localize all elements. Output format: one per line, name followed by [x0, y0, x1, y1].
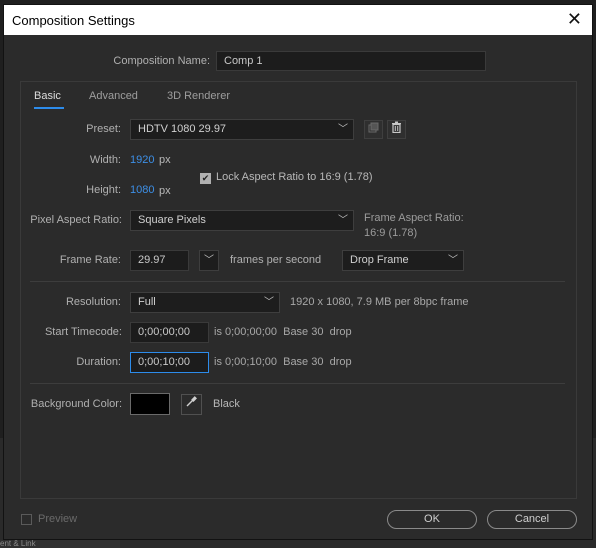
frame-rate-unit: frames per second	[230, 254, 322, 266]
resolution-value: Full	[138, 296, 156, 308]
chevron-down-icon: ﹀	[338, 215, 348, 226]
ok-button[interactable]: OK	[387, 510, 477, 529]
close-icon[interactable]: ✕	[567, 9, 582, 29]
frame-aspect-line2: 16:9 (1.78)	[364, 227, 418, 239]
width-unit: px	[159, 154, 171, 166]
composition-settings-dialog: Composition Settings ✕ Composition Name:…	[3, 4, 593, 540]
settings-panel	[20, 81, 577, 499]
preset-label: Preset:	[86, 123, 121, 135]
divider	[30, 383, 565, 384]
chevron-down-icon: ﹀	[264, 297, 274, 308]
width-label: Width:	[89, 154, 121, 166]
height-value[interactable]: 1080	[130, 184, 154, 196]
start-timecode-label: Start Timecode:	[44, 326, 122, 338]
chevron-down-icon: ﹀	[448, 255, 458, 266]
save-preset-button[interactable]	[364, 120, 383, 139]
start-timecode-input[interactable]: 0;00;00;00	[130, 322, 209, 343]
chevron-down-icon: ﹀	[338, 124, 348, 135]
frame-rate-label: Frame Rate:	[59, 254, 121, 266]
composition-name-input[interactable]: Comp 1	[216, 51, 486, 71]
duration-label: Duration:	[76, 356, 121, 368]
preview-label: Preview	[38, 513, 78, 525]
background-color-label: Background Color:	[30, 398, 122, 410]
dialog-title: Composition Settings	[12, 13, 135, 28]
composition-name-label: Composition Name:	[113, 55, 210, 67]
chevron-down-icon: ﹀	[204, 255, 214, 266]
trash-icon	[392, 121, 401, 134]
eyedropper-button[interactable]	[181, 394, 202, 415]
delete-preset-button[interactable]	[387, 120, 406, 139]
preset-dropdown[interactable]: HDTV 1080 29.97 ﹀	[130, 119, 354, 140]
height-label: Height:	[86, 184, 121, 196]
preview-checkbox[interactable]	[21, 514, 32, 525]
tab-advanced[interactable]: Advanced	[89, 90, 138, 102]
pixel-aspect-value: Square Pixels	[138, 214, 206, 226]
lock-aspect-label: Lock Aspect Ratio to 16:9 (1.78)	[216, 171, 373, 183]
frame-aspect-line1: Frame Aspect Ratio:	[364, 212, 464, 224]
background-color-name: Black	[213, 398, 240, 410]
background-app-text: ent & Link	[0, 539, 36, 548]
title-bar: Composition Settings ✕	[4, 5, 592, 35]
lock-aspect-checkbox[interactable]: ✔	[200, 173, 211, 184]
save-preset-icon	[368, 122, 379, 133]
frame-rate-input[interactable]: 29.97	[130, 250, 189, 271]
drop-frame-dropdown[interactable]: Drop Frame ﹀	[342, 250, 464, 271]
tab-active-indicator	[34, 107, 64, 109]
preset-value: HDTV 1080 29.97	[138, 123, 227, 135]
tab-basic[interactable]: Basic	[34, 90, 61, 102]
resolution-info: 1920 x 1080, 7.9 MB per 8bpc frame	[290, 296, 469, 308]
resolution-label: Resolution:	[65, 296, 121, 308]
tab-3d-renderer[interactable]: 3D Renderer	[167, 90, 230, 102]
background-color-swatch[interactable]	[130, 393, 170, 415]
pixel-aspect-label: Pixel Aspect Ratio:	[30, 214, 122, 226]
width-value[interactable]: 1920	[130, 154, 154, 166]
duration-input[interactable]: 0;00;10;00	[130, 352, 209, 373]
eyedropper-icon	[186, 396, 197, 407]
start-timecode-info: is 0;00;00;00 Base 30 drop	[214, 326, 352, 338]
frame-rate-presets-dropdown[interactable]: ﹀	[199, 250, 219, 271]
divider	[30, 281, 565, 282]
duration-info: is 0;00;10;00 Base 30 drop	[214, 356, 352, 368]
pixel-aspect-dropdown[interactable]: Square Pixels ﹀	[130, 210, 354, 231]
cancel-button[interactable]: Cancel	[487, 510, 577, 529]
drop-frame-value: Drop Frame	[350, 254, 409, 266]
height-unit: px	[159, 185, 171, 197]
resolution-dropdown[interactable]: Full ﹀	[130, 292, 280, 313]
